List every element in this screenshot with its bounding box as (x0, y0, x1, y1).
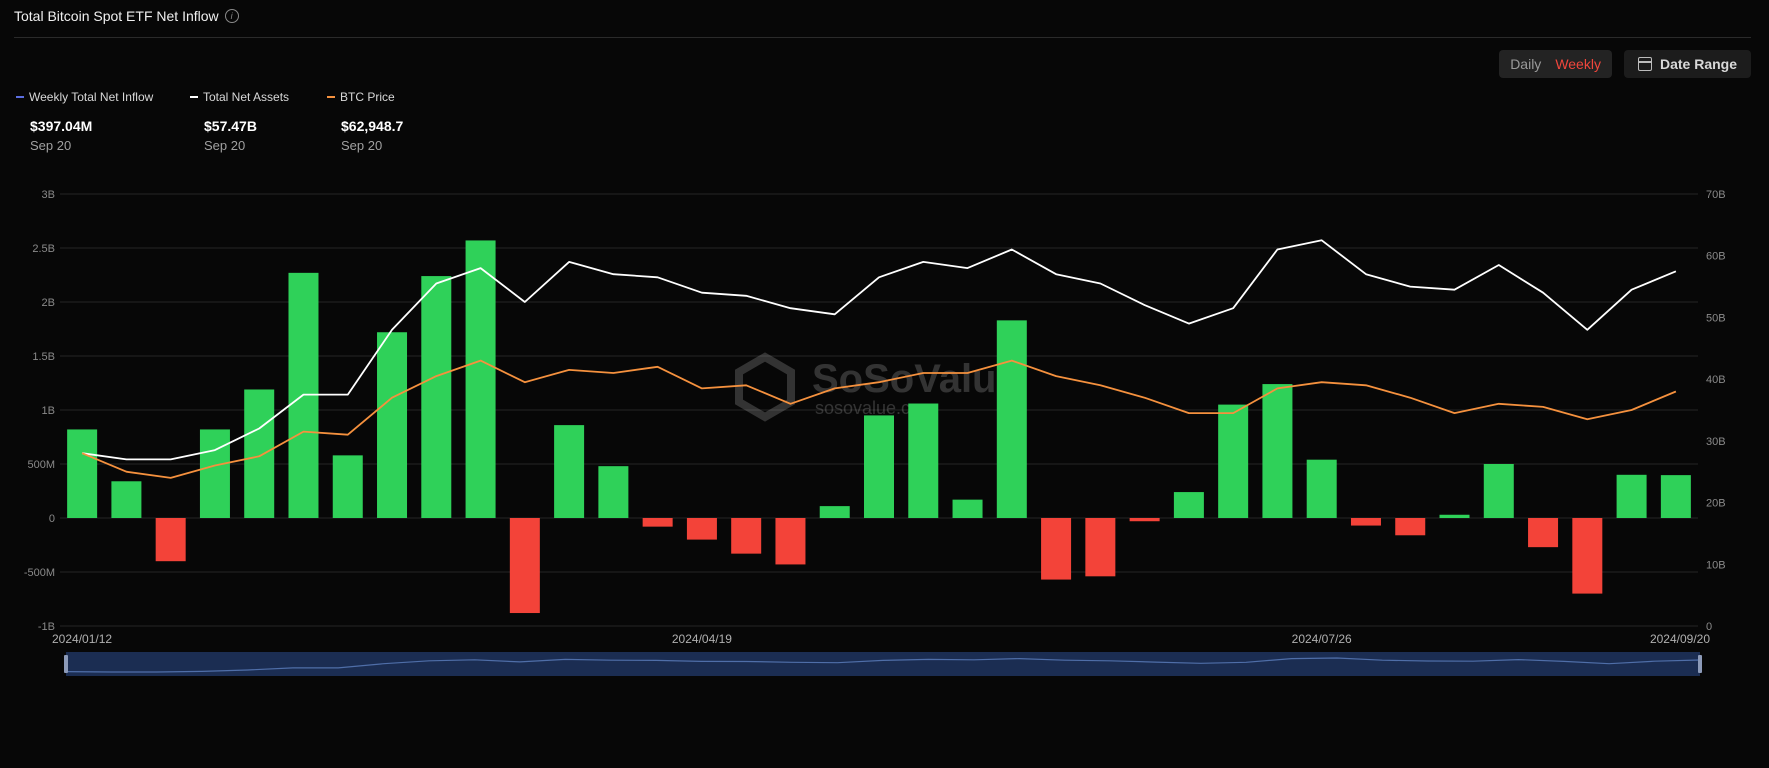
y-left-tick-label: 2.5B (32, 243, 55, 255)
inflow-bar (864, 415, 894, 518)
outflow-bar (1041, 518, 1072, 580)
navigator-handle-left (64, 655, 68, 673)
x-tick-label: 2024/09/20 (1650, 632, 1710, 646)
inflow-bar (465, 240, 496, 518)
inflow-bar (554, 425, 585, 518)
outflow-bar (1528, 518, 1559, 548)
navigator-window (66, 652, 1700, 676)
y-right-tick-label: 50B (1706, 312, 1726, 324)
inflow-bar (1262, 384, 1293, 518)
x-tick-label: 2024/01/12 (52, 632, 112, 646)
sosovalue-logo-icon (735, 352, 795, 422)
outflow-bar (731, 518, 762, 554)
inflow-bar (1439, 514, 1470, 518)
inflow-bar (1483, 464, 1514, 518)
outflow-bar (1572, 518, 1603, 594)
outflow-bar (642, 518, 673, 527)
inflow-bar (199, 429, 230, 518)
y-right-tick-label: 70B (1706, 189, 1726, 201)
outflow-bar (1395, 518, 1426, 536)
y-left-tick-label: 0 (49, 513, 55, 525)
outflow-bar (775, 518, 806, 565)
inflow-bar (111, 481, 142, 518)
range-navigator[interactable] (64, 652, 1702, 676)
inflow-bar (1660, 475, 1691, 518)
inflow-bar (996, 320, 1027, 518)
watermark-brand: SoSoValue (812, 357, 1019, 401)
outflow-bar (1085, 518, 1116, 577)
inflow-bar (598, 466, 629, 518)
inflow-bar (1173, 492, 1204, 518)
outflow-bar (509, 518, 540, 614)
y-right-tick-label: 60B (1706, 251, 1726, 263)
inflow-bar (1218, 404, 1249, 518)
y-left-tick-label: 1.5B (32, 351, 55, 363)
y-right-tick-label: 20B (1706, 498, 1726, 510)
x-tick-label: 2024/04/19 (672, 632, 732, 646)
outflow-bar (1350, 518, 1381, 526)
etf-inflow-chart: 3B2.5B2B1.5B1B500M0-500M-1B70B60B50B40B3… (24, 189, 1726, 676)
inflow-bar (819, 506, 850, 518)
inflow-bar (421, 276, 452, 518)
navigator-handle-right (1698, 655, 1702, 673)
outflow-bar (1129, 518, 1160, 522)
inflow-bar (1616, 474, 1647, 518)
inflow-bar (332, 455, 363, 518)
y-right-tick-label: 40B (1706, 374, 1726, 386)
inflow-bar (952, 499, 983, 518)
y-right-tick-label: 10B (1706, 559, 1726, 571)
inflow-bar (908, 403, 939, 518)
inflow-bar (244, 389, 275, 518)
outflow-bar (155, 518, 186, 562)
outflow-bar (686, 518, 717, 540)
y-left-tick-label: 500M (27, 459, 55, 471)
x-tick-label: 2024/07/26 (1292, 632, 1352, 646)
y-left-tick-label: 2B (42, 297, 55, 309)
y-left-tick-label: -500M (24, 567, 55, 579)
inflow-bar (377, 332, 408, 518)
y-left-tick-label: 3B (42, 189, 55, 201)
inflow-bar (67, 429, 98, 518)
y-right-tick-label: 30B (1706, 436, 1726, 448)
y-left-tick-label: 1B (42, 405, 55, 417)
sosovalue-watermark: SoSoValue sosovalue.com (735, 352, 1019, 422)
inflow-bar (1306, 459, 1337, 518)
